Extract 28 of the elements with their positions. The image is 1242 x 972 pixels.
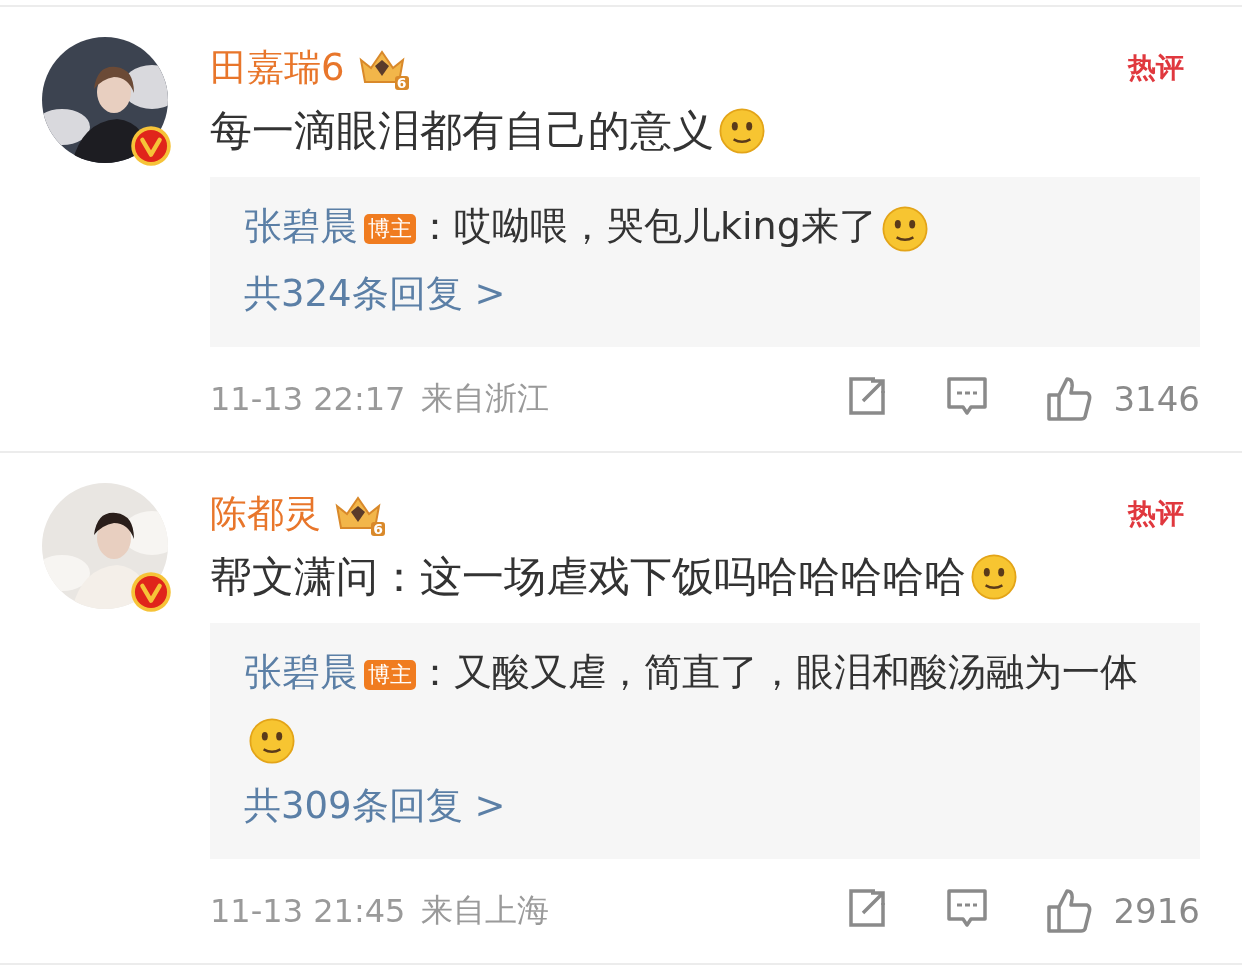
reply-text: ：哎呦喂，哭包儿king来了 (416, 204, 877, 248)
comment-text: 每一滴眼泪都有自己的意义 (210, 105, 714, 157)
reply-count-link[interactable]: 共324条回复 > (244, 259, 1166, 329)
reply-count-link[interactable]: 共309条回复 > (244, 771, 1166, 841)
hot-comment-tag: 热评 (1124, 48, 1188, 88)
face-emoji-icon (718, 107, 766, 155)
author-tag: 博主 (364, 659, 416, 690)
comment-location: 来自浙江 (421, 378, 550, 419)
face-emoji-icon (970, 553, 1018, 601)
reply-text: ：又酸又虐，简直了，眼泪和酸汤融为一体 (416, 650, 1138, 694)
author-name[interactable]: 陈都灵 (210, 489, 321, 539)
thumbs-up-icon[interactable] (1045, 375, 1094, 423)
comment-text: 帮文潇问：这一场虐戏下饭吗哈哈哈哈哈 (210, 551, 966, 603)
author-tag: 博主 (364, 213, 416, 244)
face-emoji-icon (880, 204, 929, 253)
reply-author[interactable]: 张碧晨 (244, 204, 358, 248)
verified-badge-icon (130, 125, 172, 167)
author-name[interactable]: 田嘉瑞6 (210, 43, 345, 93)
reply-author[interactable]: 张碧晨 (244, 650, 358, 694)
thumbs-up-icon[interactable] (1045, 887, 1094, 935)
comment-location: 来自上海 (421, 890, 550, 931)
like-count: 2916 (1113, 891, 1200, 931)
like-count: 3146 (1113, 379, 1200, 419)
comment-time: 11-13 22:17 (210, 380, 406, 418)
face-emoji-icon (248, 716, 296, 765)
comment-time: 11-13 21:45 (210, 892, 406, 930)
verified-badge-icon (130, 571, 172, 613)
hot-comment-tag: 热评 (1124, 494, 1188, 534)
